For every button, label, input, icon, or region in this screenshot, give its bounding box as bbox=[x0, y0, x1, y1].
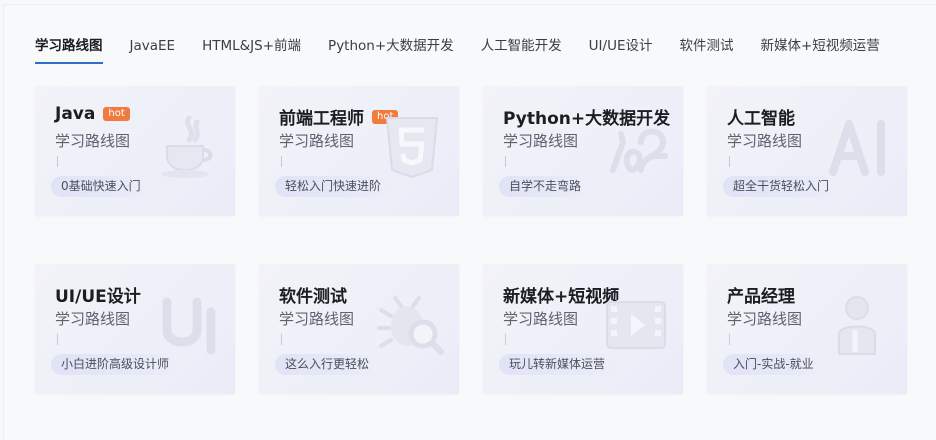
bug-magnifier-icon bbox=[377, 290, 447, 360]
card-product-manager[interactable]: 产品经理 学习路线图 入门-实战-就业 bbox=[707, 264, 907, 394]
card-title: 软件测试 bbox=[279, 287, 347, 307]
card-subtitle: 学习路线图 bbox=[55, 310, 131, 328]
roadmap-card-grid: Java hot 学习路线图 0基础快速入门 前端工程师 hot 学习路线图 轻 bbox=[35, 86, 907, 394]
card-divider bbox=[281, 156, 282, 167]
video-player-icon bbox=[601, 290, 671, 360]
roadmap-tabs: 学习路线图 JavaEE HTML&JS+前端 Python+大数据开发 人工智… bbox=[35, 34, 880, 64]
card-ai[interactable]: 人工智能 学习路线图 超全干货轻松入门 bbox=[707, 86, 907, 216]
card-ui-ue-design[interactable]: UI/UE设计 学习路线图 小白进阶高级设计师 bbox=[35, 264, 235, 394]
tab-ai[interactable]: 人工智能开发 bbox=[481, 34, 562, 62]
card-subtitle: 学习路线图 bbox=[279, 310, 355, 328]
tab-new-media[interactable]: 新媒体+短视频运营 bbox=[760, 34, 879, 62]
card-title-row: 产品经理 bbox=[727, 282, 795, 307]
card-title-row: UI/UE设计 bbox=[55, 282, 141, 307]
card-tag: 玩儿转新媒体运营 bbox=[499, 354, 616, 375]
card-subtitle: 学习路线图 bbox=[279, 132, 355, 150]
card-divider bbox=[57, 156, 58, 167]
card-title: 人工智能 bbox=[727, 109, 795, 129]
card-subtitle: 学习路线图 bbox=[503, 132, 579, 150]
ui-letter-icon bbox=[153, 290, 223, 360]
card-tag: 这么入行更轻松 bbox=[275, 354, 380, 375]
card-divider bbox=[505, 334, 506, 345]
card-title: Java bbox=[55, 104, 96, 124]
person-icon bbox=[825, 290, 895, 360]
card-tag: 轻松入门快速进阶 bbox=[275, 176, 392, 197]
card-frontend-engineer[interactable]: 前端工程师 hot 学习路线图 轻松入门快速进阶 bbox=[259, 86, 459, 216]
card-divider bbox=[281, 334, 282, 345]
tab-javaee[interactable]: JavaEE bbox=[130, 34, 176, 62]
tab-software-testing[interactable]: 软件测试 bbox=[679, 34, 733, 62]
card-divider bbox=[729, 156, 730, 167]
card-title: 前端工程师 bbox=[279, 109, 364, 129]
card-title-row: Java hot bbox=[55, 104, 130, 124]
card-software-testing[interactable]: 软件测试 学习路线图 这么入行更轻松 bbox=[259, 264, 459, 394]
card-title: 产品经理 bbox=[727, 287, 795, 307]
tab-html-js-frontend[interactable]: HTML&JS+前端 bbox=[202, 34, 301, 62]
tab-roadmap[interactable]: 学习路线图 bbox=[35, 34, 103, 64]
ai-letters-icon bbox=[825, 112, 895, 182]
card-java[interactable]: Java hot 学习路线图 0基础快速入门 bbox=[35, 86, 235, 216]
hot-badge: hot bbox=[103, 107, 130, 121]
card-tag: 入门-实战-就业 bbox=[723, 354, 824, 375]
card-tag: 0基础快速入门 bbox=[51, 176, 151, 197]
java-cup-icon bbox=[153, 112, 223, 182]
card-title-row: 软件测试 bbox=[279, 282, 347, 307]
python-bigdata-icon bbox=[601, 112, 671, 182]
card-tag: 自学不走弯路 bbox=[499, 176, 592, 197]
card-title-row: 人工智能 bbox=[727, 104, 795, 129]
card-divider bbox=[729, 334, 730, 345]
card-title: UI/UE设计 bbox=[55, 287, 141, 307]
card-subtitle: 学习路线图 bbox=[55, 132, 131, 150]
card-python-bigdata[interactable]: Python+大数据开发 学习路线图 自学不走弯路 bbox=[483, 86, 683, 216]
card-subtitle: 学习路线图 bbox=[503, 310, 579, 328]
card-subtitle: 学习路线图 bbox=[727, 132, 803, 150]
tab-python-bigdata[interactable]: Python+大数据开发 bbox=[328, 34, 454, 62]
tab-ui-ue[interactable]: UI/UE设计 bbox=[589, 34, 653, 62]
card-subtitle: 学习路线图 bbox=[727, 310, 803, 328]
card-new-media[interactable]: 新媒体+短视频 学习路线图 玩儿转新媒体运营 bbox=[483, 264, 683, 394]
card-divider bbox=[505, 156, 506, 167]
card-tag: 超全干货轻松入门 bbox=[723, 176, 840, 197]
html5-shield-icon bbox=[377, 112, 447, 182]
card-divider bbox=[57, 334, 58, 345]
